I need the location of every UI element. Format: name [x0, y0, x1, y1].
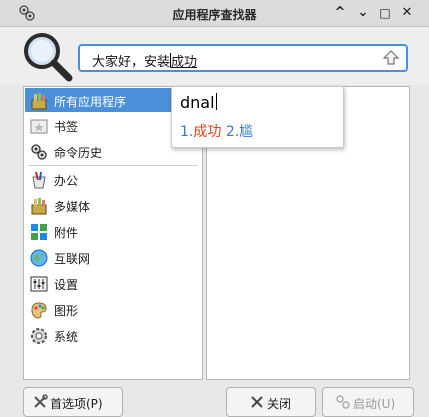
title-bar: 应用程序查找器 ^ ⌄ □ ✕ [0, 0, 429, 27]
candidate-number: 1. [180, 124, 194, 140]
ime-candidate-2[interactable]: 2.尴 [226, 124, 253, 140]
category-label: 系统 [54, 330, 79, 344]
candidate-text: 成功 [193, 124, 222, 140]
preferences-button-label: 首选项(P) [50, 397, 103, 411]
category-item-graphics[interactable]: 图形 [25, 297, 201, 321]
settings-icon [30, 276, 48, 292]
multimedia-icon [31, 198, 47, 215]
launch-button-label: 启动(U) [353, 397, 396, 411]
office-icon [32, 171, 46, 189]
ime-preedit: dnal [180, 93, 217, 112]
category-divider [28, 165, 198, 166]
category-label: 所有应用程序 [54, 95, 127, 109]
category-label: 多媒体 [54, 200, 91, 214]
category-label: 书签 [54, 120, 79, 134]
close-button-label: 关闭 [267, 397, 292, 411]
search-input-text: 大家好，安装成功 [92, 51, 197, 70]
category-item-system[interactable]: 系统 [25, 323, 201, 347]
category-item-accessories[interactable]: 附件 [25, 219, 201, 243]
ime-preedit-text: dnal [180, 93, 215, 112]
category-label: 图形 [54, 304, 79, 318]
category-label: 附件 [54, 226, 79, 240]
category-item-multimedia[interactable]: 多媒体 [25, 193, 201, 217]
candidate-number: 2. [225, 124, 240, 140]
all-apps-icon [31, 93, 47, 110]
close-window-button[interactable]: ✕ [398, 4, 416, 22]
category-label: 办公 [54, 174, 79, 188]
tools-icon [34, 394, 48, 408]
category-item-settings[interactable]: 设置 [25, 271, 201, 295]
system-gear-icon [31, 328, 47, 344]
command-history-icon [31, 144, 47, 160]
candidate-text: 尴 [239, 124, 254, 140]
ime-caret [215, 93, 217, 110]
ime-candidate-popup: dnal 1.成功 2.尴 [171, 86, 344, 148]
minimize-button[interactable]: ^ [331, 4, 349, 22]
accessories-icon [31, 224, 47, 240]
internet-globe-icon [30, 249, 48, 267]
maximize-button[interactable]: ⌄ [354, 4, 372, 22]
restore-button[interactable]: □ [376, 4, 394, 22]
bookmark-folder-icon [30, 119, 48, 134]
category-label: 命令历史 [54, 146, 103, 160]
graphics-icon [31, 302, 47, 319]
magnifier-search-icon [24, 33, 73, 82]
category-item-office[interactable]: 办公 [25, 167, 201, 191]
clear-entry-icon[interactable] [382, 49, 400, 67]
category-label: 互联网 [54, 252, 91, 266]
category-label: 设置 [54, 278, 79, 292]
launch-gears-icon [336, 395, 350, 409]
search-text-before-caret: 大家好，安装 [92, 55, 171, 70]
close-x-icon [251, 396, 263, 408]
search-text-preedit: 成功 [171, 55, 198, 70]
ime-candidate-list: 1.成功 2.尴 [180, 121, 253, 141]
ime-candidate-1[interactable]: 1.成功 [180, 124, 221, 140]
search-input[interactable]: 大家好，安装成功 [78, 44, 408, 72]
category-item-internet[interactable]: 互联网 [25, 245, 201, 269]
search-row: 大家好，安装成功 [0, 27, 429, 85]
